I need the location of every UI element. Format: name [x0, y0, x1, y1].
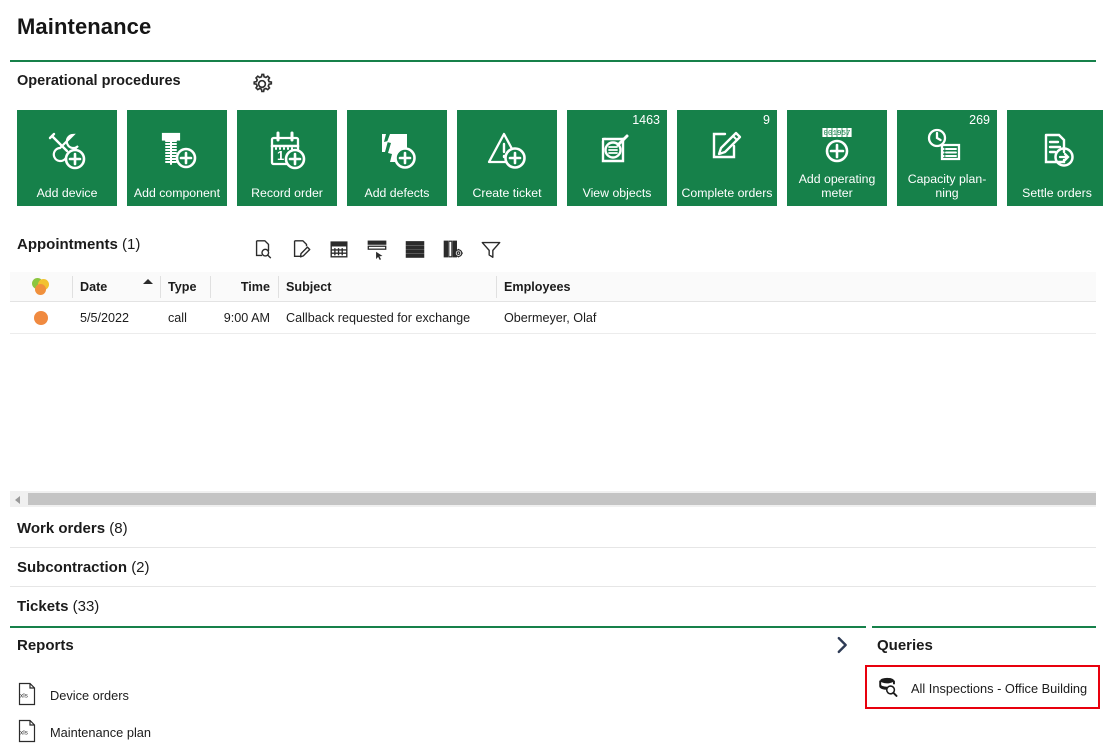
- query-item-label: All Inspections - Office Building: [911, 681, 1087, 696]
- tile-label: Add defects: [347, 187, 447, 201]
- appointments-title: Appointments: [17, 236, 118, 253]
- operational-procedures-tiles: Add device Add component: [17, 110, 1103, 206]
- section-tickets[interactable]: Tickets (33): [10, 587, 1096, 626]
- select-rows-icon[interactable]: [362, 234, 392, 264]
- column-header-type[interactable]: Type: [160, 272, 210, 302]
- xls-file-icon: xls: [17, 682, 37, 709]
- grid-header-row: Date Type Time Subject Employees: [10, 272, 1096, 302]
- row-date: 5/5/2022: [72, 302, 160, 334]
- status-dot-icon: [34, 311, 48, 325]
- section-work-orders[interactable]: Work orders (8): [10, 509, 1096, 548]
- preview-icon[interactable]: [248, 234, 278, 264]
- database-search-icon: [877, 676, 899, 701]
- clock-list-icon: [897, 124, 997, 168]
- tile-label: Settle orders: [1007, 187, 1103, 201]
- page-arrow-icon: [1007, 130, 1103, 174]
- columns-settings-icon[interactable]: [438, 234, 468, 264]
- appointments-heading: Appointments (1): [17, 236, 140, 253]
- edit-document-icon[interactable]: [286, 234, 316, 264]
- report-item-device-orders[interactable]: xls Device orders: [17, 682, 129, 709]
- scroll-left-arrow-icon[interactable]: [15, 496, 20, 504]
- row-status: [10, 302, 72, 334]
- scrollbar-thumb[interactable]: [28, 493, 1096, 505]
- tile-complete-orders[interactable]: 9 Complete orders: [677, 110, 777, 206]
- tile-label: Create ticket: [457, 187, 557, 201]
- tile-add-device[interactable]: Add device: [17, 110, 117, 206]
- tile-label: Add device: [17, 187, 117, 201]
- tile-label: Record order: [237, 187, 337, 201]
- column-header-subject[interactable]: Subject: [278, 272, 496, 302]
- report-item-maintenance-plan[interactable]: xls Maintenance plan: [17, 719, 151, 745]
- svg-text:xls: xls: [20, 693, 28, 700]
- section-title: Tickets: [17, 598, 68, 615]
- tile-view-objects[interactable]: 1463 View objects: [567, 110, 667, 206]
- section-subcontraction[interactable]: Subcontraction (2): [10, 548, 1096, 587]
- filter-funnel-icon[interactable]: [476, 234, 506, 264]
- tile-label: Complete orders: [677, 187, 777, 201]
- tile-label: Add component: [127, 187, 227, 201]
- report-item-label: Device orders: [50, 688, 129, 703]
- calendar-icon[interactable]: [324, 234, 354, 264]
- xls-file-icon: xls: [17, 719, 37, 745]
- appointments-count: (1): [122, 236, 140, 253]
- status-circles-icon: [32, 278, 50, 296]
- list-rows-icon[interactable]: [400, 234, 430, 264]
- operational-procedures-heading: Operational procedures: [17, 73, 181, 89]
- section-title: Work orders: [17, 520, 105, 537]
- queries-heading: Queries: [877, 637, 933, 654]
- section-count: (33): [73, 598, 100, 615]
- sort-ascending-icon: [143, 279, 153, 284]
- tile-label: Capacity plan-ning: [897, 173, 997, 200]
- tile-add-component[interactable]: Add component: [127, 110, 227, 206]
- reports-divider: [10, 626, 866, 628]
- tile-record-order[interactable]: 1 Record order: [237, 110, 337, 206]
- maintenance-dashboard: Maintenance Operational procedures Add d…: [0, 0, 1103, 745]
- section-title: Subcontraction: [17, 559, 127, 576]
- tile-capacity-planning[interactable]: 269 Capacity plan-ning: [897, 110, 997, 206]
- column-header-employees[interactable]: Employees: [496, 272, 1096, 302]
- table-row[interactable]: 5/5/2022 call 9:00 AM Callback requested…: [10, 302, 1096, 334]
- row-time: 9:00 AM: [210, 302, 278, 334]
- section-count: (2): [131, 559, 149, 576]
- wrench-screwdriver-plus-icon: [17, 130, 117, 174]
- counter-plus-icon: 001957: [787, 124, 887, 168]
- appointments-toolbar: [248, 234, 506, 264]
- object-search-icon: [567, 130, 667, 174]
- column-header-date[interactable]: Date: [72, 272, 160, 302]
- row-subject: Callback requested for exchange: [278, 302, 496, 334]
- report-item-label: Maintenance plan: [50, 725, 151, 740]
- pencil-page-icon: [677, 124, 777, 168]
- row-employees: Obermeyer, Olaf: [496, 302, 1096, 334]
- gear-icon[interactable]: [249, 71, 275, 97]
- tile-label: View objects: [567, 187, 667, 201]
- section-count: (8): [109, 520, 127, 537]
- horizontal-scrollbar[interactable]: [10, 491, 1096, 507]
- broken-page-plus-icon: [347, 130, 447, 174]
- tile-add-defects[interactable]: Add defects: [347, 110, 447, 206]
- chevron-right-icon[interactable]: [831, 634, 853, 656]
- calendar-plus-icon: 1: [237, 130, 337, 174]
- query-item-all-inspections-office-building[interactable]: All Inspections - Office Building: [877, 676, 1087, 701]
- title-divider: [10, 60, 1096, 62]
- column-header-status[interactable]: [10, 272, 72, 302]
- svg-text:xls: xls: [20, 730, 28, 737]
- tile-create-ticket[interactable]: Create ticket: [457, 110, 557, 206]
- svg-text:1: 1: [277, 148, 284, 163]
- tile-settle-orders[interactable]: Settle orders: [1007, 110, 1103, 206]
- tile-badge: 1463: [632, 113, 660, 127]
- row-type: call: [160, 302, 210, 334]
- page-title: Maintenance: [17, 14, 151, 40]
- reports-heading: Reports: [17, 637, 74, 654]
- bolt-plus-icon: [127, 130, 227, 174]
- appointments-grid: Date Type Time Subject Employees 5/5/202…: [10, 272, 1096, 334]
- queries-divider: [872, 626, 1096, 628]
- tile-label: Add operating meter: [787, 173, 887, 200]
- column-header-time[interactable]: Time: [210, 272, 278, 302]
- tile-add-operating-meter[interactable]: 001957 Add operating meter: [787, 110, 887, 206]
- warning-triangle-plus-icon: [457, 130, 557, 174]
